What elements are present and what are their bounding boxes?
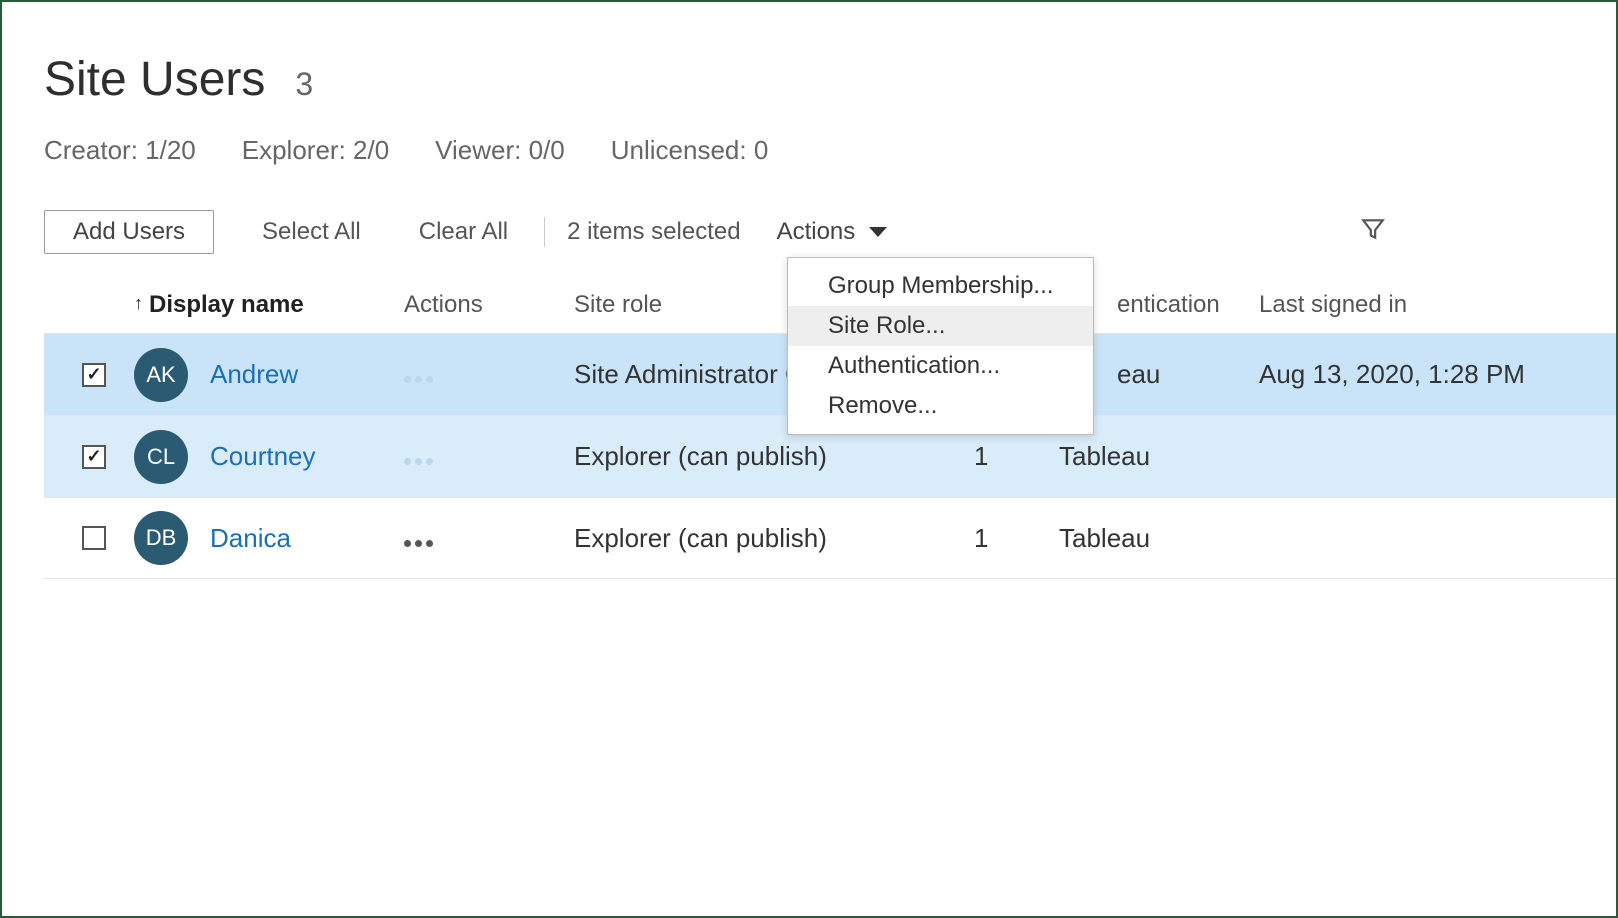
cell-groups: 1 <box>974 523 1059 554</box>
menu-site-role[interactable]: Site Role... <box>788 306 1093 346</box>
cell-site-role: Explorer (can publish) <box>574 441 974 472</box>
cell-groups: 1 <box>974 441 1059 472</box>
cell-last-signed-in: Aug 13, 2020, 1:28 PM <box>1259 359 1618 390</box>
add-users-button[interactable]: Add Users <box>44 210 214 254</box>
license-creator: Creator: 1/20 <box>44 135 196 166</box>
menu-group-membership[interactable]: Group Membership... <box>788 266 1093 306</box>
user-count: 3 <box>295 66 313 103</box>
filter-icon <box>1360 221 1386 248</box>
filter-button[interactable] <box>1360 216 1386 249</box>
user-link[interactable]: Courtney <box>210 441 316 472</box>
selected-count-label: 2 items selected <box>567 218 740 246</box>
avatar: AK <box>134 348 188 402</box>
row-checkbox[interactable] <box>82 445 106 469</box>
actions-menu: Group Membership... Site Role... Authent… <box>787 257 1094 435</box>
row-actions-button[interactable] <box>404 540 433 547</box>
cell-authentication: Tableau <box>1059 523 1259 554</box>
page-title: Site Users <box>44 52 265 107</box>
column-display-name-label: Display name <box>149 291 304 319</box>
table-row[interactable]: DB Danica Explorer (can publish) 1 Table… <box>44 497 1616 579</box>
avatar: CL <box>134 430 188 484</box>
menu-remove[interactable]: Remove... <box>788 386 1093 426</box>
row-actions-button[interactable] <box>404 376 433 383</box>
clear-all-button[interactable]: Clear All <box>419 218 508 246</box>
column-display-name[interactable]: ↑ Display name <box>134 291 404 319</box>
license-summary: Creator: 1/20 Explorer: 2/0 Viewer: 0/0 … <box>44 135 1616 166</box>
menu-authentication[interactable]: Authentication... <box>788 346 1093 386</box>
column-actions[interactable]: Actions <box>404 291 574 319</box>
row-checkbox[interactable] <box>82 363 106 387</box>
license-unlicensed: Unlicensed: 0 <box>611 135 769 166</box>
user-link[interactable]: Andrew <box>210 359 298 390</box>
sort-ascending-icon: ↑ <box>134 293 143 314</box>
avatar: DB <box>134 511 188 565</box>
toolbar-divider <box>544 217 545 247</box>
cell-site-role: Explorer (can publish) <box>574 523 974 554</box>
caret-down-icon <box>869 227 887 237</box>
row-checkbox[interactable] <box>82 526 106 550</box>
user-link[interactable]: Danica <box>210 523 291 554</box>
row-actions-button[interactable] <box>404 458 433 465</box>
cell-authentication: Tableau <box>1059 441 1259 472</box>
actions-dropdown[interactable]: Actions <box>777 218 888 246</box>
select-all-button[interactable]: Select All <box>262 218 361 246</box>
actions-label: Actions <box>777 218 856 246</box>
license-viewer: Viewer: 0/0 <box>435 135 565 166</box>
license-explorer: Explorer: 2/0 <box>242 135 389 166</box>
column-last-signed-in[interactable]: Last signed in <box>1259 291 1618 319</box>
